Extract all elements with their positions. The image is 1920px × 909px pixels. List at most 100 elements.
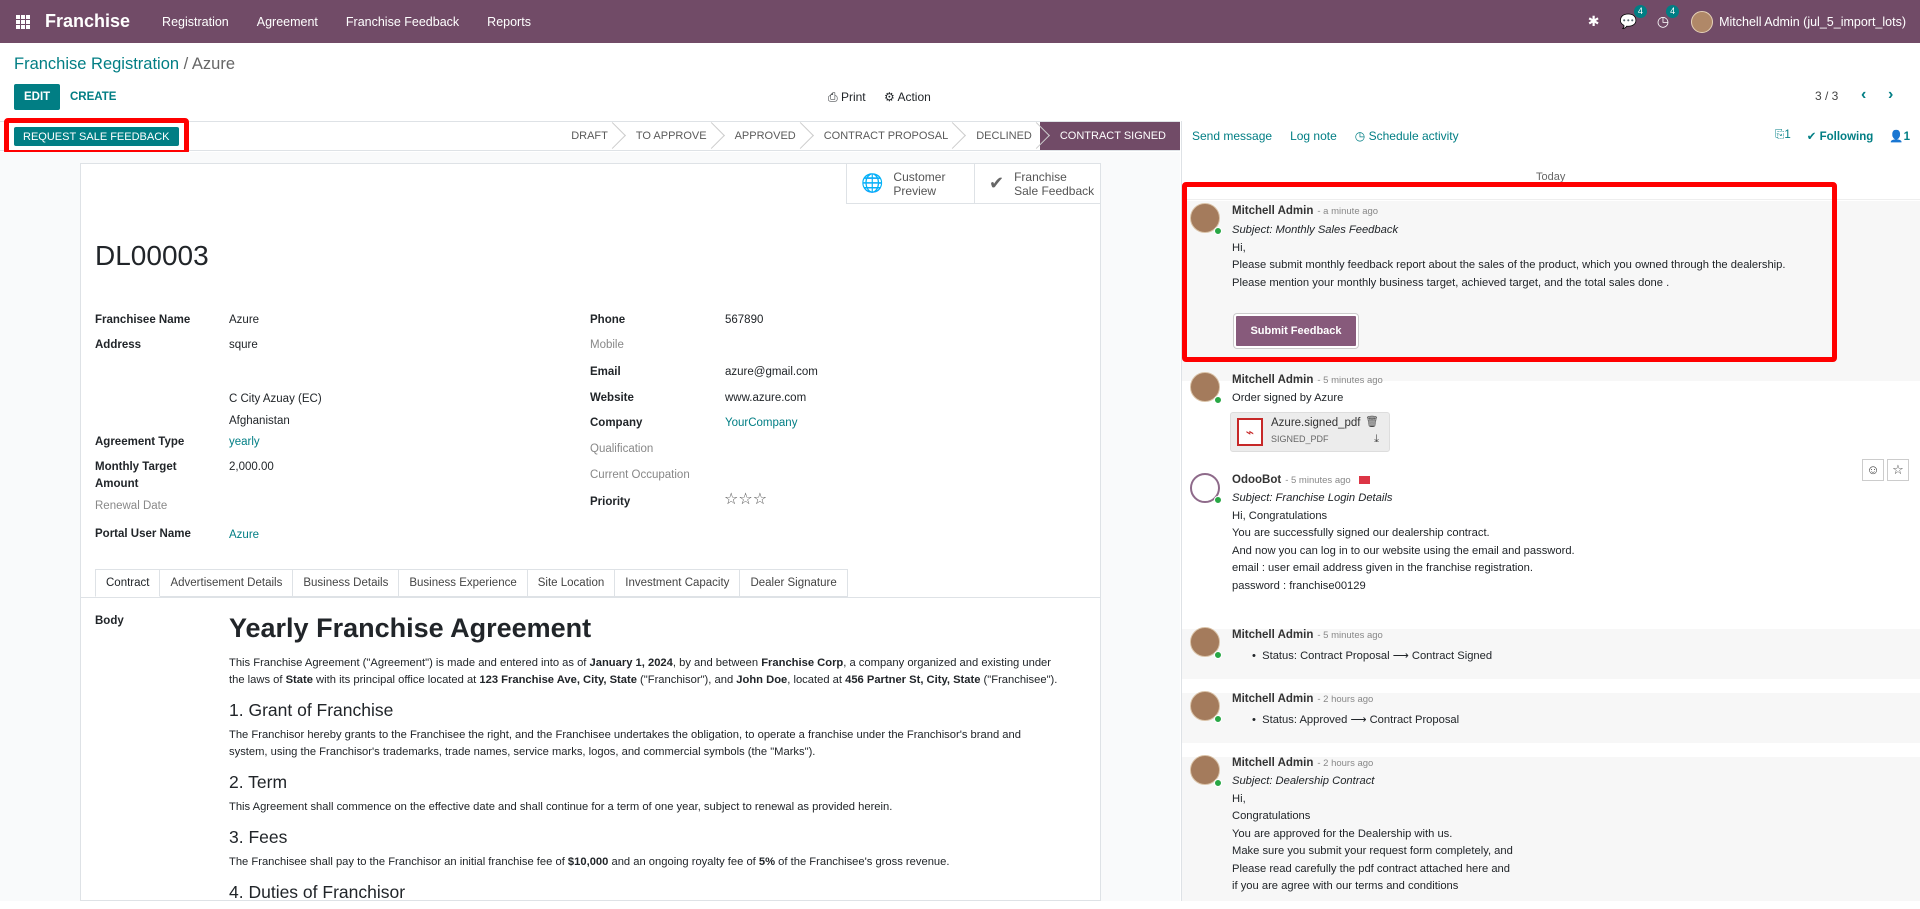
paperclip-icon: ⎘ (1775, 129, 1785, 141)
stage-contract-proposal[interactable]: CONTRACT PROPOSAL (804, 122, 957, 150)
website-value[interactable]: www.azure.com (725, 392, 806, 404)
star-icon[interactable]: ☆ (753, 491, 767, 508)
pdf-icon: ⌁ (1237, 418, 1263, 446)
phone-value[interactable]: 567890 (725, 314, 763, 326)
log-note-button[interactable]: Log note (1290, 129, 1337, 143)
emoji-reaction-icon[interactable]: ☺ (1862, 459, 1884, 481)
breadcrumb-separator: / (179, 55, 192, 73)
online-status-icon (1214, 779, 1222, 787)
top-navbar: Franchise Registration Agreement Franchi… (0, 0, 1920, 43)
attachment-name: Azure.signed_pdf (1271, 417, 1361, 429)
action-button[interactable]: ⚙ Action (884, 90, 931, 104)
activities-clock-icon[interactable]: ◷ 4 (1657, 5, 1680, 30)
customer-preview-line2: Preview (893, 183, 937, 198)
franchisee-name-value[interactable]: Azure (229, 314, 259, 326)
stage-declined[interactable]: DECLINED (956, 122, 1040, 150)
section-heading: 1. Grant of Franchise (229, 700, 394, 720)
agreement-type-label: Agreement Type (95, 436, 185, 448)
renewal-date-label: Renewal Date (95, 500, 168, 512)
online-status-icon (1214, 496, 1222, 504)
chatter-right-actions: ⎘1 ✔ Following 👤1 (1775, 129, 1910, 143)
phone-label: Phone (590, 314, 626, 326)
gear-icon: ⚙ (884, 90, 898, 104)
stage-approved[interactable]: APPROVED (715, 122, 804, 150)
online-status-icon (1214, 651, 1222, 659)
monthly-target-value[interactable]: 2,000.00 (229, 461, 274, 473)
portal-user-value[interactable]: Azure (229, 529, 259, 541)
create-button[interactable]: CREATE (70, 84, 116, 110)
menu-registration[interactable]: Registration (162, 15, 229, 29)
message-author: Mitchell Admin - 2 hours ago (1232, 693, 1374, 705)
star-icon[interactable]: ☆ (738, 491, 752, 508)
company-value[interactable]: YourCompany (725, 417, 797, 429)
download-icon[interactable]: ⤓ (1374, 433, 1379, 446)
stage-to-approve[interactable]: TO APPROVE (616, 122, 715, 150)
tab-business-experience[interactable]: Business Experience (399, 569, 528, 597)
app-name[interactable]: Franchise (45, 11, 130, 32)
portal-user-label: Portal User Name (95, 528, 191, 540)
message-author: Mitchell Admin - 5 minutes ago (1232, 629, 1383, 641)
section-text: This Agreement shall commence on the eff… (229, 801, 893, 813)
envelope-icon (1358, 475, 1370, 484)
country-value[interactable]: Afghanistan (229, 415, 290, 427)
breadcrumb-parent[interactable]: Franchise Registration (14, 55, 179, 73)
pager-value[interactable]: 3 / 3 (1815, 89, 1838, 103)
tab-dealer-signature[interactable]: Dealer Signature (740, 569, 848, 597)
breadcrumb-current: Azure (191, 55, 236, 73)
avatar (1691, 10, 1714, 33)
attachment-card[interactable]: ⌁ Azure.signed_pdf SIGNED_PDF 🗑 ⤓ (1230, 412, 1390, 452)
following-button[interactable]: ✔ Following (1807, 129, 1874, 143)
schedule-activity-button[interactable]: ◷ Schedule activity (1355, 129, 1459, 143)
sale-feedback-button[interactable]: ✔ Franchise Sale Feedback (974, 164, 1101, 204)
section-text: The Franchisor hereby grants to the Fran… (229, 729, 1021, 758)
print-button[interactable]: ⎙ Print (828, 90, 866, 105)
tracking-value: • Status: Approved ⟶ Contract Proposal (1252, 714, 1460, 726)
street-value[interactable]: squre (229, 339, 258, 351)
section-heading: 2. Term (229, 772, 288, 792)
address-label: Address (95, 339, 142, 351)
city-state-value[interactable]: C City Azuay (EC) (229, 393, 322, 405)
debug-bug-icon[interactable]: ✱ (1588, 13, 1600, 30)
edit-button[interactable]: EDIT (14, 84, 61, 110)
menu-franchise-feedback[interactable]: Franchise Feedback (346, 15, 459, 29)
tab-business-details[interactable]: Business Details (293, 569, 400, 597)
activities-badge: 4 (1666, 5, 1680, 18)
menu-agreement[interactable]: Agreement (257, 15, 318, 29)
notebook-tabs: Contract Advertisement Details Business … (95, 569, 848, 597)
tab-site-location[interactable]: Site Location (527, 569, 616, 597)
star-icon[interactable]: ☆ (1887, 459, 1909, 481)
highlight-box-message (1182, 182, 1837, 362)
chatter-panel: Send message Log note ◷ Schedule activit… (1181, 121, 1920, 901)
section-heading: 3. Fees (229, 827, 288, 847)
email-value[interactable]: azure@gmail.com (725, 366, 818, 378)
followers-button[interactable]: 👤1 (1889, 129, 1910, 143)
send-message-button[interactable]: Send message (1192, 129, 1272, 143)
pager-previous-icon[interactable]: ‹ (1861, 86, 1866, 104)
pager-next-icon[interactable]: › (1888, 86, 1893, 104)
trash-icon[interactable]: 🗑 (1365, 415, 1379, 428)
tab-contract[interactable]: Contract (95, 569, 161, 597)
breadcrumb: Franchise Registration / Azure (14, 55, 235, 74)
stage-draft[interactable]: DRAFT (551, 122, 616, 150)
globe-icon: 🌐 (861, 173, 884, 193)
tracking-value: • Status: Contract Proposal ⟶ Contract S… (1252, 650, 1493, 662)
tab-advertisement-details[interactable]: Advertisement Details (160, 569, 294, 597)
tab-investment-capacity[interactable]: Investment Capacity (615, 569, 741, 597)
clock-icon: ◷ (1354, 129, 1369, 143)
star-icon[interactable]: ☆ (724, 491, 738, 508)
user-menu[interactable]: Mitchell Admin (jul_5_import_lots) (1691, 10, 1906, 33)
attachments-button[interactable]: ⎘1 (1775, 129, 1791, 143)
monthly-target-label-1: Monthly Target (95, 461, 177, 473)
stage-bar: DRAFT TO APPROVE APPROVED CONTRACT PROPO… (551, 122, 1180, 150)
apps-menu-icon[interactable] (16, 14, 30, 29)
stage-contract-signed[interactable]: CONTRACT SIGNED (1039, 122, 1180, 150)
section-text: The Franchisee shall pay to the Franchis… (229, 856, 950, 868)
contract-body[interactable]: Yearly Franchise Agreement This Franchis… (229, 611, 1059, 909)
agreement-type-value[interactable]: yearly (229, 436, 260, 448)
mobile-label: Mobile (590, 339, 624, 351)
franchisee-name-label: Franchisee Name (95, 314, 191, 326)
customer-preview-button[interactable]: 🌐 Customer Preview (846, 164, 974, 204)
priority-label: Priority (590, 496, 631, 508)
menu-reports[interactable]: Reports (487, 15, 531, 29)
messages-icon[interactable]: 💬 4 (1619, 5, 1647, 30)
